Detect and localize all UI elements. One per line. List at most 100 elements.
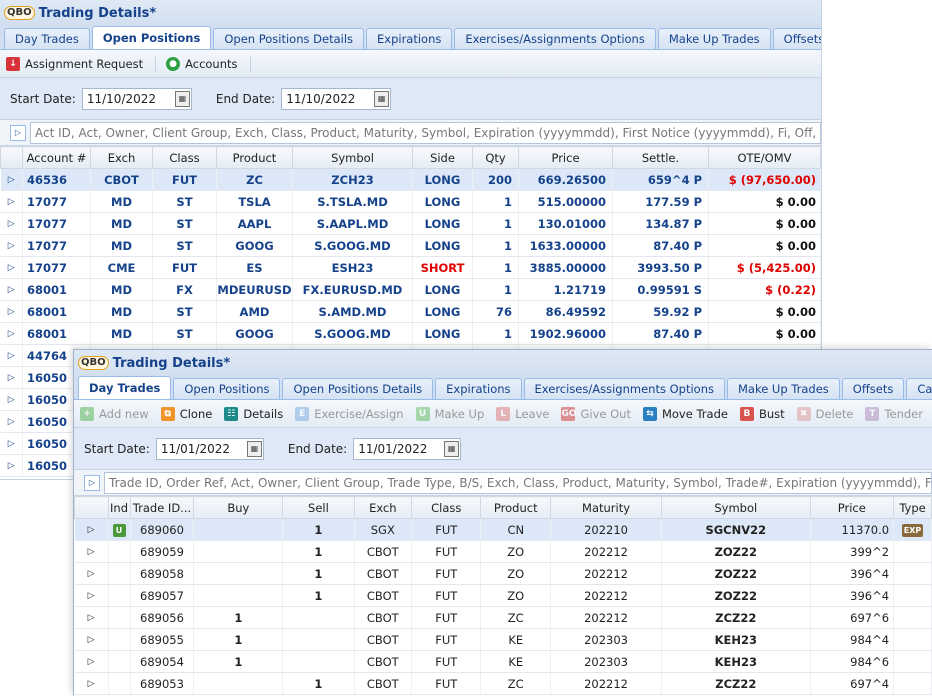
expand-row-icon[interactable]: ▷	[74, 650, 109, 673]
column-header[interactable]: Settle.	[612, 146, 709, 169]
expand-row-icon[interactable]: ▷	[74, 562, 109, 585]
calendar-icon[interactable]: ▦	[174, 90, 190, 107]
table-row[interactable]: ▷ 17077 MD ST AAPL S.AAPL.MD LONG 1 130.01000 134…	[0, 212, 821, 235]
table-row[interactable]: ▷ 17077 MD ST GOOG S.GOOG.MD LONG 1 1633.00000 87…	[0, 234, 821, 257]
column-header[interactable]: Class	[411, 496, 482, 519]
give-out-button[interactable]: GO Give Out	[561, 406, 631, 421]
column-header[interactable]: Exch	[353, 496, 413, 519]
assignment-request-button[interactable]: ↓ Assignment Request	[6, 56, 143, 71]
column-header[interactable]: Ind	[107, 496, 131, 519]
column-header[interactable]: Symbol	[661, 496, 811, 519]
column-header[interactable]: Class	[152, 146, 217, 169]
table-row[interactable]: ▷ 17077 MD ST TSLA S.TSLA.MD LONG 1 515.00000 177…	[0, 190, 821, 213]
column-header[interactable]: Product	[480, 496, 552, 519]
calendar-icon[interactable]: ▦	[444, 440, 460, 457]
accounts-button[interactable]: ● Accounts	[166, 56, 238, 71]
start-date-field[interactable]: 11/01/2022 ▦	[155, 437, 264, 460]
calendar-icon[interactable]: ▦	[246, 440, 262, 457]
column-header[interactable]: Symbol	[292, 146, 413, 169]
delete-button[interactable]: ✖ Delete	[796, 406, 853, 421]
expand-row-icon[interactable]: ▷	[0, 256, 23, 279]
tab-offsets[interactable]: Offsets	[841, 378, 905, 399]
bust-button[interactable]: B Bust	[739, 406, 785, 421]
leave-button[interactable]: L Leave	[496, 406, 549, 421]
tab-exercises-assignments-options[interactable]: Exercises/Assignments Options	[523, 378, 725, 399]
table-row[interactable]: ▷ 689058 1 CBOT FUT ZO 202212 ZOZ22 396^4	[74, 562, 932, 585]
tab-make-up-trades[interactable]: Make Up Trades	[657, 28, 771, 49]
table-row[interactable]: ▷ 689054 1 CBOT FUT KE 202303 KEH23 984^6	[74, 650, 932, 673]
expand-filter-icon[interactable]: ▷	[84, 474, 100, 491]
filter-input[interactable]: Act ID, Act, Owner, Client Group, Exch, …	[30, 121, 821, 144]
make-up-button[interactable]: U Make Up	[415, 406, 484, 421]
title-bar[interactable]: QBO Trading Details*	[0, 0, 821, 26]
table-row[interactable]: ▷ 689055 1 CBOT FUT KE 202303 KEH23 984^4	[74, 628, 932, 651]
table-row[interactable]: ▷ U 689060 1 SGX FUT CN 202210 SGCNV22 11370.0 EXP	[74, 518, 932, 541]
end-date-field[interactable]: 11/10/2022 ▦	[281, 87, 392, 110]
tab-open-positions[interactable]: Open Positions	[91, 26, 212, 49]
expand-row-icon[interactable]: ▷	[0, 322, 23, 345]
table-row[interactable]: ▷ 689053 1 CBOT FUT ZC 202212 ZCZ22 697^4	[74, 672, 932, 695]
tab-day-trades[interactable]: Day Trades	[4, 28, 90, 49]
expand-row-icon[interactable]: ▷	[74, 540, 109, 563]
expand-row-icon[interactable]: ▷	[74, 672, 109, 695]
tab-open-positions-details[interactable]: Open Positions Details	[213, 28, 365, 49]
add-new-button[interactable]: + Add new	[80, 406, 149, 421]
move-trade-button[interactable]: ⇆ Move Trade	[642, 406, 728, 421]
table-row[interactable]: ▷ 68001 MD FX MDEURUSD FX.EURUSD.MD LONG 1 1.217…	[0, 278, 821, 301]
expand-row-icon[interactable]: ▷	[74, 518, 109, 541]
column-header[interactable]: Type	[893, 496, 932, 519]
table-row[interactable]: ▷ 68001 MD ST GOOG S.GOOG.MD LONG 1 1902.96000 87…	[0, 322, 821, 345]
tab-offsets[interactable]: Offsets	[772, 28, 821, 49]
expand-row-icon[interactable]: ▷	[0, 410, 23, 433]
tab-cancellations[interactable]: Cancellations	[906, 378, 932, 399]
expand-row-icon[interactable]: ▷	[0, 234, 23, 257]
expand-row-icon[interactable]: ▷	[0, 366, 23, 389]
column-header[interactable]: Product	[216, 146, 293, 169]
tender-button[interactable]: T Tender	[865, 406, 923, 421]
details-button[interactable]: ☷ Details	[224, 406, 283, 421]
table-row[interactable]: ▷ 46536 CBOT FUT ZC ZCH23 LONG 200 669.26500 659^…	[0, 168, 821, 191]
calendar-icon[interactable]: ▦	[374, 90, 390, 107]
column-header[interactable]: Buy	[193, 496, 284, 519]
column-header[interactable]: Trade ID...	[129, 496, 195, 519]
column-header[interactable]: Exch	[90, 146, 153, 169]
tab-open-positions-details[interactable]: Open Positions Details	[282, 378, 434, 399]
exercise-assign-button[interactable]: E Exercise/Assign	[295, 406, 404, 421]
expand-row-icon[interactable]: ▷	[0, 432, 23, 455]
table-row[interactable]: ▷ 689057 1 CBOT FUT ZO 202212 ZOZ22 396^4	[74, 584, 932, 607]
end-date-field[interactable]: 11/01/2022 ▦	[353, 437, 462, 460]
column-header[interactable]: Price	[809, 496, 895, 519]
column-header[interactable]: Qty	[472, 146, 519, 169]
column-header[interactable]: Maturity	[550, 496, 663, 519]
title-bar[interactable]: QBO Trading Details*	[74, 350, 932, 376]
expand-row-icon[interactable]: ▷	[0, 278, 23, 301]
column-header[interactable]: Price	[518, 146, 613, 169]
tab-make-up-trades[interactable]: Make Up Trades	[726, 378, 840, 399]
tab-expirations[interactable]: Expirations	[435, 378, 522, 399]
expand-row-icon[interactable]: ▷	[0, 190, 23, 213]
table-row[interactable]: ▷ 689059 1 CBOT FUT ZO 202212 ZOZ22 399^2	[74, 540, 932, 563]
column-header[interactable]: Account #	[22, 146, 91, 169]
table-row[interactable]: ▷ 17077 CME FUT ES ESH23 SHORT 1 3885.00000 3993.…	[0, 256, 821, 279]
column-header[interactable]: Sell	[282, 496, 355, 519]
expand-row-icon[interactable]: ▷	[74, 606, 109, 629]
start-date-field[interactable]: 11/10/2022 ▦	[81, 87, 192, 110]
tab-open-positions[interactable]: Open Positions	[173, 378, 281, 399]
filter-input[interactable]: Trade ID, Order Ref, Act, Owner, Client …	[104, 471, 932, 494]
tab-day-trades[interactable]: Day Trades	[78, 376, 172, 399]
clone-button[interactable]: ⧉ Clone	[160, 406, 212, 421]
column-header[interactable]: Side	[412, 146, 473, 169]
table-row[interactable]: ▷ 68001 MD ST AMD S.AMD.MD LONG 76 86.49592 59.92…	[0, 300, 821, 323]
expand-filter-icon[interactable]: ▷	[10, 124, 26, 141]
expand-row-icon[interactable]: ▷	[0, 212, 23, 235]
tab-exercises-assignments-options[interactable]: Exercises/Assignments Options	[454, 28, 656, 49]
table-row[interactable]: ▷ 689056 1 CBOT FUT ZC 202212 ZCZ22 697^6	[74, 606, 932, 629]
expand-row-icon[interactable]: ▷	[0, 168, 23, 191]
expand-row-icon[interactable]: ▷	[0, 344, 23, 367]
column-header[interactable]: OTE/OMV	[708, 146, 821, 169]
tab-expirations[interactable]: Expirations	[366, 28, 453, 49]
expand-row-icon[interactable]: ▷	[74, 628, 109, 651]
expand-row-icon[interactable]: ▷	[0, 454, 23, 477]
expand-row-icon[interactable]: ▷	[74, 584, 109, 607]
expand-row-icon[interactable]: ▷	[0, 300, 23, 323]
